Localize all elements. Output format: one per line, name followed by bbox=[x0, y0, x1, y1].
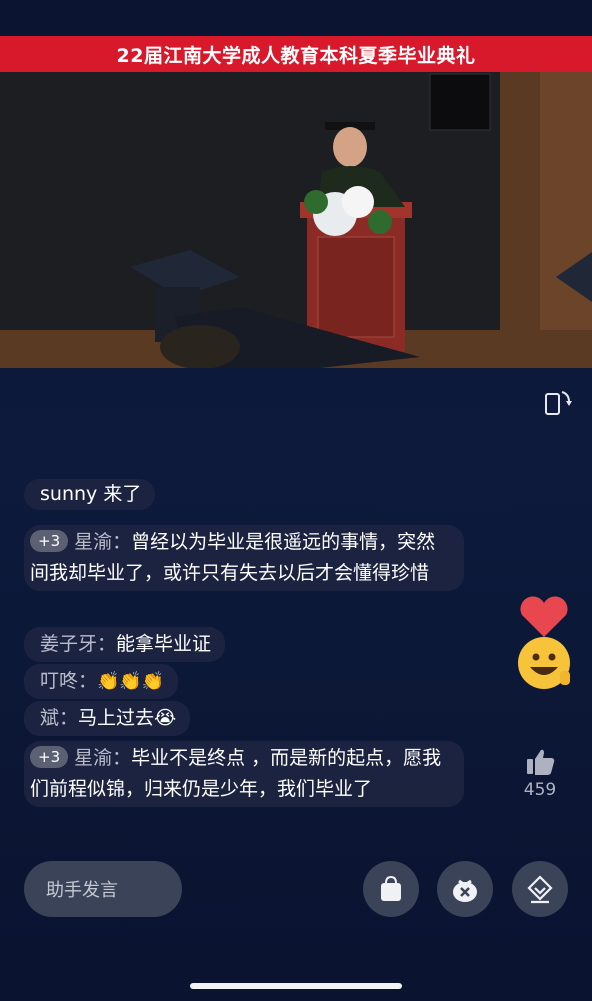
home-indicator[interactable] bbox=[190, 983, 402, 989]
share-diamond-icon bbox=[527, 875, 553, 904]
shop-button[interactable] bbox=[363, 861, 419, 917]
heart-icon bbox=[518, 596, 570, 689]
chat-message: +3 星渝：曾经以为毕业是很遥远的事情，突然间我却毕业了，或许只有失去以后才会懂得… bbox=[24, 525, 464, 591]
chat-message: 斌：马上过去😭 bbox=[24, 701, 191, 736]
chat-user[interactable]: 星渝： bbox=[74, 531, 131, 553]
chat-text: 马上过去😭 bbox=[78, 707, 177, 729]
gift-button[interactable] bbox=[437, 861, 493, 917]
stream-title: 22届江南大学成人教育本科夏季毕业典礼 bbox=[116, 44, 476, 67]
fan-badge: +3 bbox=[30, 530, 69, 552]
chat-message: 叮咚：👏👏👏 bbox=[24, 664, 179, 699]
assistant-speak-placeholder: 助手发言 bbox=[46, 880, 118, 901]
assistant-speak-input[interactable]: 助手发言 bbox=[24, 861, 182, 917]
live-video[interactable] bbox=[0, 72, 592, 368]
join-text: 来了 bbox=[103, 483, 142, 505]
chat-message: 姜子牙：能拿毕业证 bbox=[24, 627, 226, 662]
stream-title-banner: 22届江南大学成人教育本科夏季毕业典礼 bbox=[0, 36, 592, 72]
shopping-bag-icon bbox=[381, 875, 401, 901]
share-button[interactable] bbox=[512, 861, 568, 917]
chat-message: +3 星渝：毕业不是终点 ，而是新的起点，愿我们前程似锦，归来仍是少年，我们毕业了 bbox=[24, 741, 464, 807]
fan-badge: +3 bbox=[30, 746, 69, 768]
chat-text: 👏👏👏 bbox=[97, 671, 165, 692]
like-animation bbox=[512, 595, 572, 699]
like-count: 459 bbox=[523, 780, 557, 800]
join-user: sunny bbox=[40, 483, 98, 505]
chat-user[interactable]: 姜子牙： bbox=[40, 633, 116, 655]
chat-user[interactable]: 星渝： bbox=[74, 747, 131, 769]
thumbs-up-icon[interactable] bbox=[526, 748, 556, 780]
chat-text: 能拿毕业证 bbox=[116, 633, 212, 655]
chat-user[interactable]: 叮咚： bbox=[40, 670, 97, 692]
rotate-screen-icon[interactable] bbox=[541, 386, 573, 418]
chat-user[interactable]: 斌： bbox=[40, 707, 78, 729]
join-message: sunny 来了 bbox=[24, 479, 156, 510]
gift-bag-icon bbox=[453, 879, 477, 902]
